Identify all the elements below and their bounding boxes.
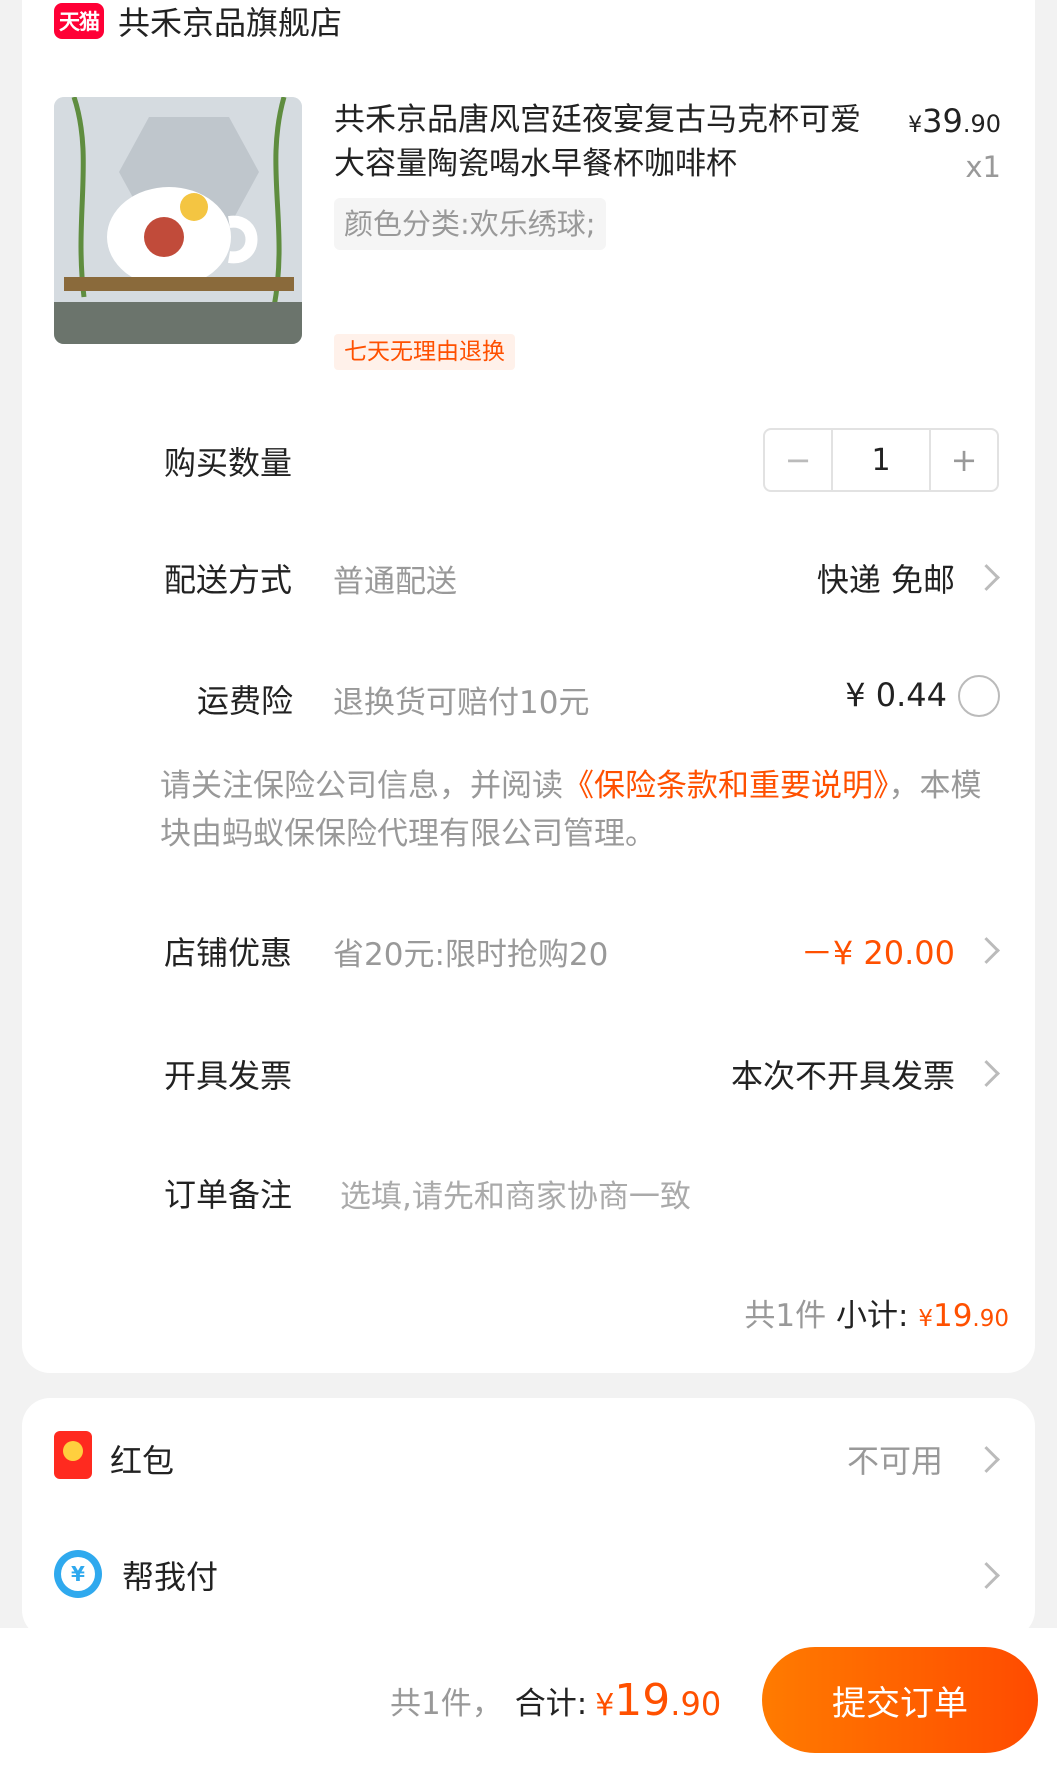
store-discount-desc: 省20元:限时抢购20 [333, 937, 609, 973]
sku-selector[interactable]: 颜色分类:欢乐绣球; [334, 198, 606, 250]
total-integer: 19 [614, 1674, 671, 1726]
product-title[interactable]: 共禾京品唐风宫廷夜宴复古马克杯可爱大容量陶瓷喝水早餐杯咖啡杯 [334, 98, 874, 186]
notice-prefix: 请关注保险公司信息，并阅读 [160, 768, 563, 804]
insurance-notice: 请关注保险公司信息，并阅读《保险条款和重要说明》，本模块由蚂蚁保保险代理有限公司… [160, 762, 1010, 858]
subtotal-integer: 19 [932, 1298, 973, 1334]
subtotal-amount: ¥19.90 [918, 1298, 1009, 1334]
subtotal-label: 小计: [836, 1298, 909, 1334]
subtotal-currency: ¥ [918, 1306, 933, 1332]
price-currency: ¥ [908, 113, 923, 138]
store-discount-label: 店铺优惠 [164, 934, 293, 972]
subtotal: 共1件 小计: ¥19.90 [744, 1290, 1009, 1335]
decrement-button[interactable]: − [765, 430, 831, 490]
help-pay-icon: ¥ [54, 1550, 102, 1598]
submit-order-button[interactable]: 提交订单 [762, 1647, 1038, 1753]
total-amount: ¥19.90 [595, 1675, 721, 1726]
subtotal-count: 共1件 [744, 1298, 827, 1334]
invoice-label: 开具发票 [164, 1057, 293, 1095]
delivery-method: 普通配送 [333, 564, 457, 600]
shipping-insurance-price: ¥ 0.44 [845, 676, 947, 714]
delivery-value[interactable]: 快递 免邮 [817, 555, 955, 601]
order-remark-label: 订单备注 [164, 1176, 293, 1214]
order-total: 共1件， 合计: ¥19.90 [390, 1652, 721, 1748]
help-pay-label[interactable]: 帮我付 [122, 1552, 218, 1598]
red-packet-value[interactable]: 不可用 [847, 1436, 943, 1482]
red-packet-icon [54, 1431, 92, 1479]
order-remark-input[interactable]: 选填,请先和商家协商一致 [340, 1171, 691, 1216]
payment-options-card [22, 1398, 1035, 1638]
shipping-insurance-radio[interactable] [958, 675, 1000, 717]
insurance-terms-link[interactable]: 《保险条款和重要说明》 [563, 768, 889, 804]
red-packet-label: 红包 [110, 1442, 175, 1480]
store-header[interactable]: 天猫 共禾京品旗舰店 [54, 0, 342, 42]
quantity-stepper[interactable]: − 1 + [763, 428, 999, 492]
total-currency: ¥ [595, 1687, 615, 1723]
increment-button[interactable]: + [931, 430, 997, 490]
delivery-label: 配送方式 [164, 561, 293, 599]
price-decimal: .90 [962, 110, 1001, 138]
yen-icon: ¥ [61, 1557, 95, 1591]
shipping-insurance-desc: 退换货可赔付10元 [333, 685, 590, 721]
return-policy-badge: 七天无理由退换 [334, 334, 515, 370]
invoice-value[interactable]: 本次不开具发票 [731, 1051, 955, 1097]
quantity-value[interactable]: 1 [831, 430, 931, 490]
total-decimal: .90 [670, 1684, 722, 1723]
quantity-label: 购买数量 [164, 444, 293, 482]
store-discount-amount[interactable]: －¥ 20.00 [801, 928, 955, 974]
total-count: 共1件， [390, 1685, 503, 1722]
subtotal-decimal: .90 [972, 1306, 1009, 1332]
price-integer: 39 [922, 102, 963, 140]
tmall-logo-icon: 天猫 [54, 3, 104, 39]
store-name[interactable]: 共禾京品旗舰店 [118, 0, 342, 44]
product-quantity: x1 [965, 150, 1001, 184]
product-image[interactable] [54, 97, 302, 344]
total-label: 合计: [514, 1685, 588, 1722]
product-price: ¥39.90 [908, 102, 1001, 140]
shipping-insurance-label: 运费险 [197, 682, 294, 720]
